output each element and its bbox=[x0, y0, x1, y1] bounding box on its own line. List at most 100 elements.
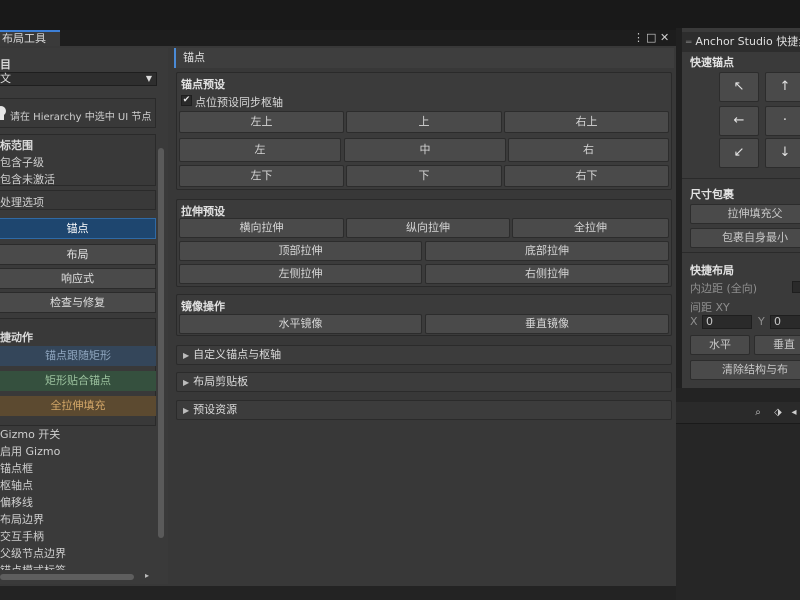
rect-fit-anchor-button[interactable]: 矩形贴合锚点 bbox=[0, 371, 156, 391]
anchor-left-button[interactable]: 左 bbox=[179, 138, 341, 162]
section-divider bbox=[682, 178, 800, 179]
layout-tool-window: 目 文 ▼ 请在 Hierarchy 中选中 UI 节点 标范围 包含子级 包含… bbox=[0, 46, 676, 586]
spacing-label: 间距 XY bbox=[690, 301, 730, 314]
anchor-bottom-button[interactable]: 下 bbox=[346, 165, 502, 187]
horizontal-mirror-button[interactable]: 水平镜像 bbox=[179, 314, 422, 334]
arrow-left-icon[interactable]: ← bbox=[719, 106, 759, 136]
padding-label: 内边距 (全向) bbox=[690, 282, 758, 295]
scope-box: 标范围 包含子级 包含未激活 bbox=[0, 134, 156, 186]
left-panel: 目 文 ▼ 请在 Hierarchy 中选中 UI 节点 标范围 包含子级 包含… bbox=[0, 48, 168, 584]
play-back-icon[interactable]: ◂ bbox=[788, 407, 800, 419]
sync-pivot-checkbox[interactable]: ✔ bbox=[181, 95, 192, 106]
vertical-mirror-button[interactable]: 垂直镜像 bbox=[425, 314, 669, 334]
selection-info-box: 请在 Hierarchy 中选中 UI 节点 bbox=[0, 98, 156, 128]
anchor-bottom-left-button[interactable]: 左下 bbox=[179, 165, 344, 187]
anchor-bottom-right-button[interactable]: 右下 bbox=[504, 165, 669, 187]
arrow-up-left-icon[interactable]: ↖ bbox=[719, 72, 759, 102]
nav-check-fix-button[interactable]: 检查与修复 bbox=[0, 292, 156, 313]
nav-anchor-button[interactable]: 锚点 bbox=[0, 218, 156, 239]
gizmo-enable-option[interactable]: 启用 Gizmo bbox=[0, 443, 60, 459]
gizmo-anchor-labels-option[interactable]: 锚点模式标签 bbox=[0, 562, 66, 570]
stretch-presets-group: 拉伸预设 横向拉伸 纵向拉伸 全拉伸 顶部拉伸 底部拉伸 左侧拉伸 右侧拉伸 bbox=[176, 199, 672, 287]
anchor-top-button[interactable]: 上 bbox=[346, 111, 502, 133]
stretch-presets-title: 拉伸预设 bbox=[181, 205, 225, 218]
language-dropdown[interactable]: 文 ▼ bbox=[0, 72, 157, 86]
kebab-menu-icon[interactable]: ⋮ bbox=[633, 31, 644, 44]
anchor-follow-rect-button[interactable]: 锚点跟随矩形 bbox=[0, 346, 156, 366]
quick-actions-heading: 捷动作 bbox=[0, 331, 33, 344]
scene-view-area bbox=[676, 424, 800, 600]
full-stretch-button[interactable]: 全拉伸 bbox=[512, 218, 669, 238]
quick-window-title-bar[interactable]: ═ Anchor Studio 快捷步 bbox=[682, 32, 800, 52]
quick-window-title: Anchor Studio 快捷步 bbox=[695, 35, 800, 48]
target-heading: 目 bbox=[0, 58, 11, 71]
spacing-y-field[interactable]: 0 bbox=[770, 315, 800, 329]
chevron-right-icon: ▶ bbox=[183, 378, 190, 387]
y-label: Y bbox=[758, 315, 765, 328]
foldout-label: 自定义锚点与枢轴 bbox=[193, 348, 282, 361]
maximize-icon[interactable]: □ bbox=[646, 31, 656, 44]
preset-assets-foldout[interactable]: ▶ 预设资源 bbox=[176, 400, 672, 420]
window-tab-bar: 布局工具 ⋮ □ ✕ bbox=[0, 30, 676, 47]
drag-grip-icon[interactable]: ═ bbox=[686, 38, 691, 48]
left-stretch-button[interactable]: 左侧拉伸 bbox=[179, 264, 422, 284]
gizmo-parent-bounds-option[interactable]: 父级节点边界 bbox=[0, 545, 66, 561]
size-wrap-heading: 尺寸包裹 bbox=[690, 188, 734, 201]
wrap-self-min-button[interactable]: 包裹自身最小 bbox=[690, 228, 800, 248]
clear-structure-layout-button[interactable]: 清除结构与布 bbox=[690, 360, 800, 380]
gizmo-anchor-frame-option[interactable]: 锚点框 bbox=[0, 460, 33, 476]
scroll-right-icon[interactable]: ▸ bbox=[145, 571, 149, 580]
gizmo-layout-bounds-option[interactable]: 布局边界 bbox=[0, 511, 44, 527]
sync-pivot-label: 点位预设同步枢轴 bbox=[195, 96, 283, 109]
gizmo-icon[interactable]: ⬗ bbox=[772, 407, 784, 419]
gizmo-toggle-label: Gizmo 开关 bbox=[0, 428, 61, 441]
arrow-up-icon[interactable]: ↑ bbox=[765, 72, 800, 102]
chevron-right-icon: ▶ bbox=[183, 406, 190, 415]
horizontal-layout-button[interactable]: 水平 bbox=[690, 335, 750, 355]
batch-options-label: 处理选项 bbox=[0, 196, 44, 209]
top-stretch-button[interactable]: 顶部拉伸 bbox=[179, 241, 422, 261]
horizontal-stretch-button[interactable]: 横向拉伸 bbox=[179, 218, 344, 238]
bottom-stretch-button[interactable]: 底部拉伸 bbox=[425, 241, 669, 261]
vertical-layout-button[interactable]: 垂直 bbox=[754, 335, 800, 355]
mirror-group: 镜像操作 水平镜像 垂直镜像 bbox=[176, 294, 672, 336]
scope-include-children[interactable]: 包含子级 bbox=[0, 154, 44, 170]
gizmo-offset-lines-option[interactable]: 偏移线 bbox=[0, 494, 33, 510]
scope-heading: 标范围 bbox=[0, 139, 33, 152]
nav-layout-button[interactable]: 布局 bbox=[0, 244, 156, 265]
chevron-right-icon: ▶ bbox=[183, 351, 190, 360]
stretch-fill-parent-button[interactable]: 拉伸填充父 bbox=[690, 204, 800, 224]
center-dot-icon[interactable]: · bbox=[765, 106, 800, 136]
left-horizontal-scrollbar[interactable] bbox=[0, 574, 134, 580]
full-stretch-fill-button[interactable]: 全拉伸填充 bbox=[0, 396, 156, 416]
section-divider bbox=[682, 252, 800, 253]
anchor-top-right-button[interactable]: 右上 bbox=[504, 111, 669, 133]
scope-include-inactive[interactable]: 包含未激活 bbox=[0, 171, 55, 187]
anchor-studio-quick-window: ═ Anchor Studio 快捷步 快速锚点 ↖ ↑ ← · ↙ ↓ 尺寸包裹… bbox=[676, 28, 800, 388]
layout-clipboard-foldout[interactable]: ▶ 布局剪贴板 bbox=[176, 372, 672, 392]
anchor-right-button[interactable]: 右 bbox=[508, 138, 669, 162]
vertical-stretch-button[interactable]: 纵向拉伸 bbox=[346, 218, 510, 238]
left-vertical-scrollbar[interactable] bbox=[158, 148, 164, 538]
arrow-down-left-icon[interactable]: ↙ bbox=[719, 138, 759, 168]
arrow-down-icon[interactable]: ↓ bbox=[765, 138, 800, 168]
gizmo-pivot-option[interactable]: 枢轴点 bbox=[0, 477, 33, 493]
gizmo-handles-option[interactable]: 交互手柄 bbox=[0, 528, 44, 544]
batch-options-foldout[interactable]: 处理选项 bbox=[0, 190, 156, 210]
scene-toolbar: ⌕ ⬗ ◂ bbox=[676, 402, 800, 424]
anchor-top-left-button[interactable]: 左上 bbox=[179, 111, 344, 133]
close-icon[interactable]: ✕ bbox=[660, 31, 669, 44]
quick-anchor-heading: 快速锚点 bbox=[690, 56, 734, 69]
nav-responsive-button[interactable]: 响应式 bbox=[0, 268, 156, 289]
x-label: X bbox=[690, 315, 698, 328]
tab-layout-tool[interactable]: 布局工具 bbox=[0, 30, 60, 47]
quick-layout-heading: 快捷布局 bbox=[690, 264, 734, 277]
anchor-center-button[interactable]: 中 bbox=[344, 138, 506, 162]
padding-toggle[interactable] bbox=[792, 281, 800, 293]
search-icon[interactable]: ⌕ bbox=[752, 407, 764, 419]
custom-anchor-pivot-foldout[interactable]: ▶ 自定义锚点与枢轴 bbox=[176, 345, 672, 365]
spacing-x-field[interactable]: 0 bbox=[702, 315, 752, 329]
anchor-presets-group: 锚点预设 ✔ 点位预设同步枢轴 左上 上 右上 左 中 右 左下 下 右下 bbox=[176, 72, 672, 190]
right-stretch-button[interactable]: 右侧拉伸 bbox=[425, 264, 669, 284]
foldout-label: 布局剪贴板 bbox=[193, 375, 249, 388]
